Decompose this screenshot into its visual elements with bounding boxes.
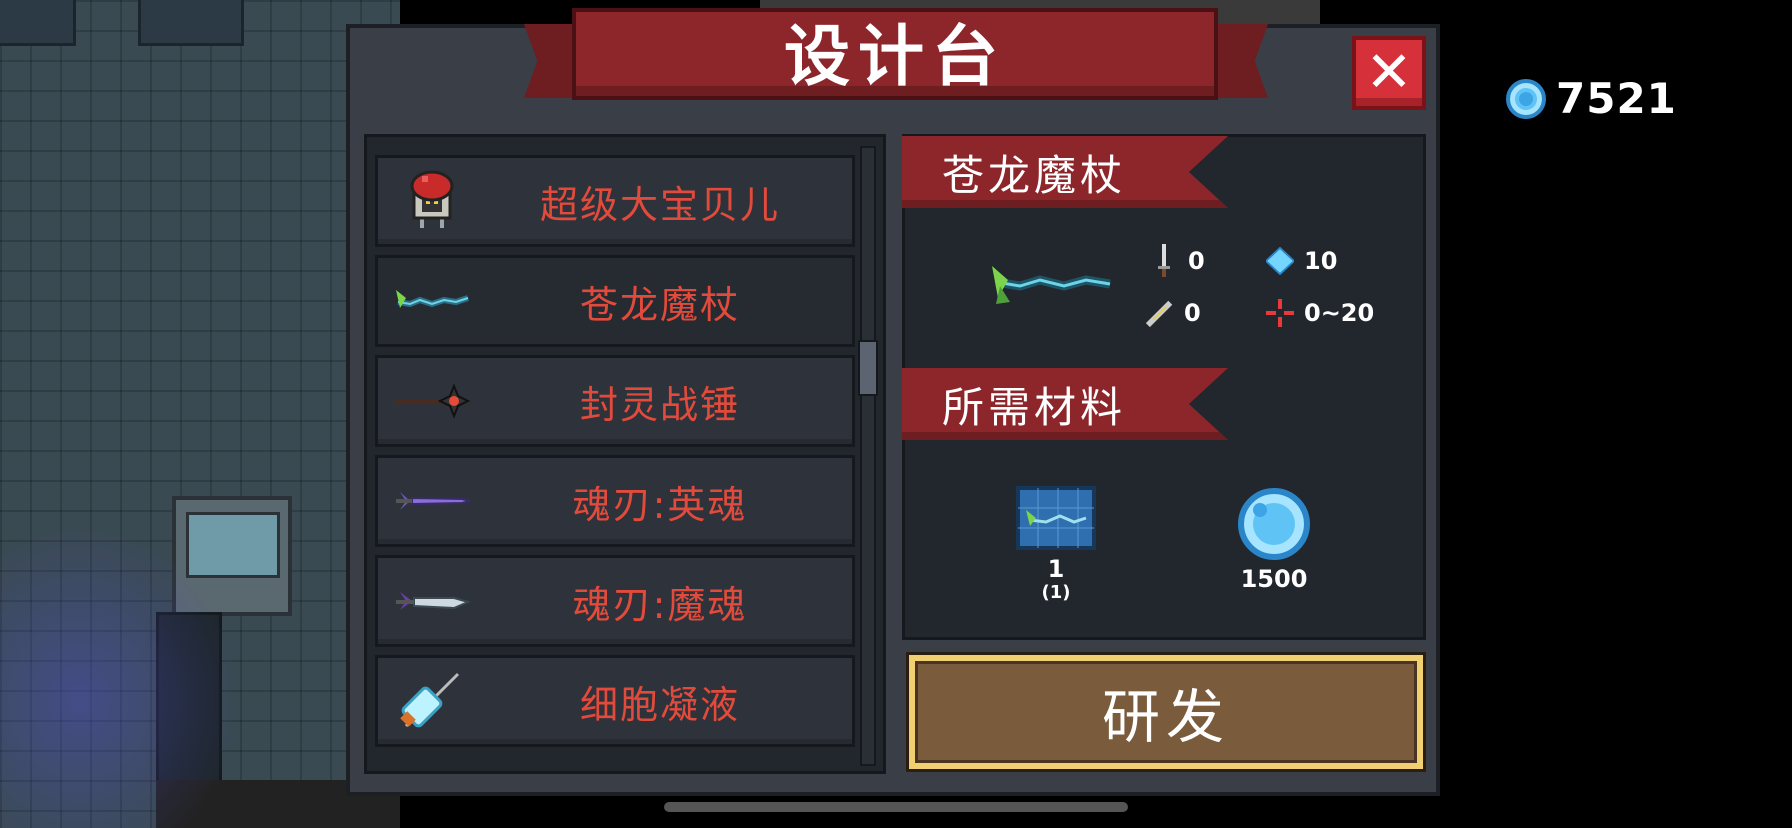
close-icon: ✕ xyxy=(1365,40,1413,105)
stat-spread: 0~20 xyxy=(1266,298,1374,328)
material-gems: 1500 xyxy=(1232,488,1316,592)
materials-header: 所需材料 xyxy=(942,383,1127,432)
list-item-label: 细胞凝液 xyxy=(579,682,740,727)
home-indicator[interactable] xyxy=(664,802,1128,812)
materials-ribbon: 所需材料 xyxy=(902,368,1228,440)
stat-attack-value: 0 xyxy=(1188,247,1205,275)
crit-feather-icon xyxy=(1146,298,1174,328)
list-item[interactable]: 超级大宝贝儿 xyxy=(375,155,855,247)
dialog-title: 设计台 xyxy=(784,18,1006,95)
baby-bomb-icon xyxy=(410,170,454,228)
material-quantity: 1 xyxy=(1047,555,1065,583)
war-hammer-icon xyxy=(396,383,471,419)
close-button[interactable]: ✕ xyxy=(1352,36,1426,110)
title-banner: 设计台 xyxy=(572,8,1218,100)
material-owned: (1) xyxy=(1041,582,1071,604)
stat-energy: 10 xyxy=(1266,246,1337,276)
scrollbar-track[interactable] xyxy=(860,146,876,766)
material-blueprint: 1 (1) xyxy=(1014,486,1098,603)
stat-energy-value: 10 xyxy=(1304,247,1338,275)
list-item[interactable]: 魂刃:魔魂 xyxy=(375,555,855,647)
currency-display: 7521 xyxy=(1506,74,1677,123)
scrollbar-thumb[interactable] xyxy=(858,340,878,396)
list-item-label: 魂刃:英魂 xyxy=(572,482,748,527)
background-monitor xyxy=(172,496,292,616)
sword-stat-icon xyxy=(1150,244,1178,277)
dragon-staff-icon xyxy=(396,290,469,308)
list-item-label: 封灵战锤 xyxy=(579,382,740,427)
stat-crit: 0 xyxy=(1146,298,1201,328)
selected-item-name: 苍龙魔杖 xyxy=(942,151,1127,200)
list-item[interactable]: 苍龙魔杖 xyxy=(375,255,855,347)
material-quantity: 1500 xyxy=(1240,565,1308,593)
currency-amount: 7521 xyxy=(1556,74,1677,123)
list-item[interactable]: 封灵战锤 xyxy=(375,355,855,447)
list-item-label: 苍龙魔杖 xyxy=(579,282,740,327)
item-name-ribbon: 苍龙魔杖 xyxy=(902,136,1228,208)
dragon-staff-preview-icon xyxy=(992,266,1111,304)
background-tile xyxy=(138,0,244,46)
stat-spread-value: 0~20 xyxy=(1304,299,1375,327)
syringe-icon xyxy=(400,672,460,728)
dark-blade-icon xyxy=(396,592,471,610)
crosshair-icon xyxy=(1266,298,1294,328)
list-item[interactable]: 细胞凝液 xyxy=(375,655,855,747)
gem-coin-icon xyxy=(1506,78,1546,119)
research-button-label: 研发 xyxy=(915,661,1417,763)
list-item-label: 魂刃:魔魂 xyxy=(572,582,748,627)
stat-attack: 0 xyxy=(1150,244,1205,277)
gem-coin-icon xyxy=(1238,488,1310,560)
game-background xyxy=(0,0,400,828)
blueprint-icon xyxy=(1016,486,1096,550)
background-tile xyxy=(0,0,76,46)
list-item[interactable]: 魂刃:英魂 xyxy=(375,455,855,547)
list-item-label: 超级大宝贝儿 xyxy=(539,182,780,227)
background-desk xyxy=(156,612,222,828)
research-button[interactable]: 研发 xyxy=(906,652,1426,772)
energy-crystal-icon xyxy=(1266,246,1294,276)
purple-sword-icon xyxy=(396,492,471,510)
blueprint-list[interactable]: 超级大宝贝儿 苍龙魔杖 封灵战锤 魂刃:英魂 魂刃:魔魂 细胞凝液 xyxy=(364,134,886,774)
stat-crit-value: 0 xyxy=(1184,299,1201,327)
